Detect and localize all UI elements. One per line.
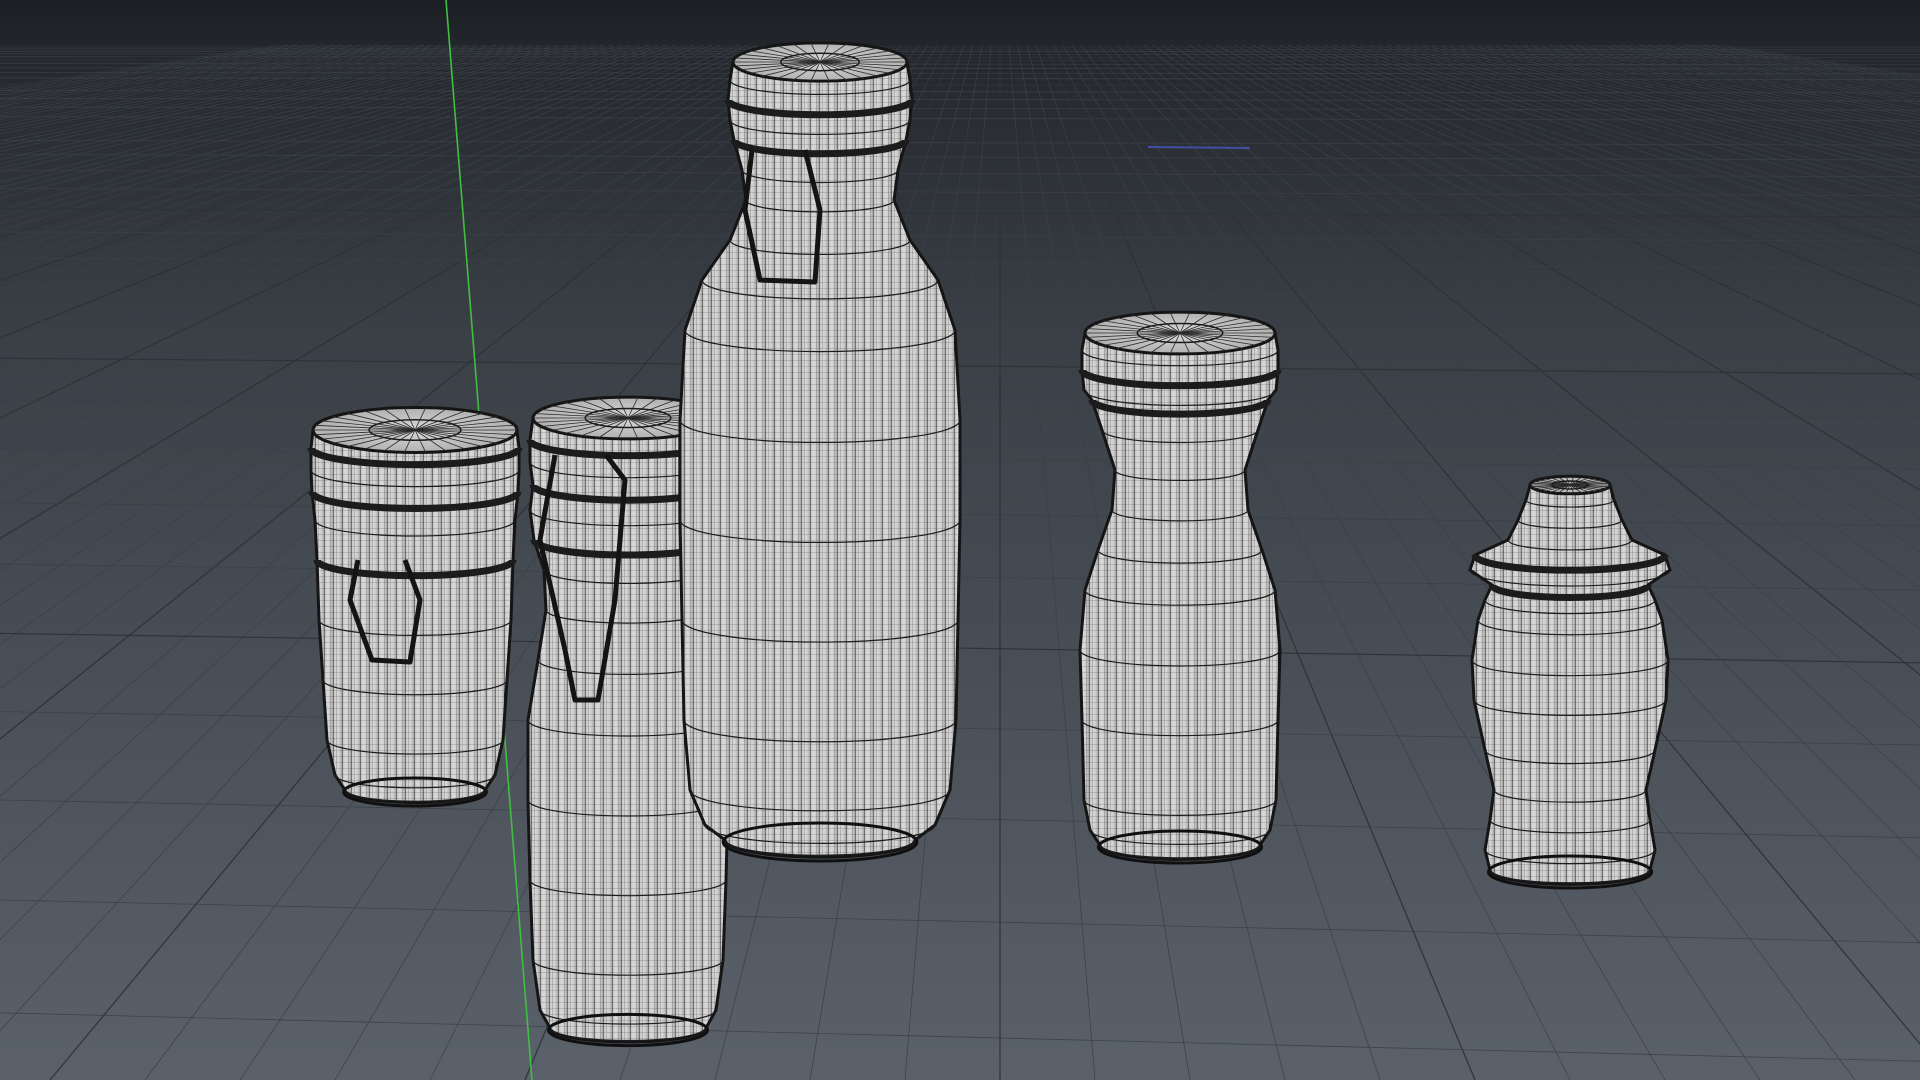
viewport-canvas[interactable] bbox=[0, 0, 1920, 1080]
3d-viewport[interactable] bbox=[0, 0, 1920, 1080]
bottle-stopper[interactable] bbox=[1078, 310, 1282, 865]
x-axis-hint bbox=[1147, 146, 1251, 149]
jar-short-with-clasp[interactable] bbox=[307, 406, 523, 808]
